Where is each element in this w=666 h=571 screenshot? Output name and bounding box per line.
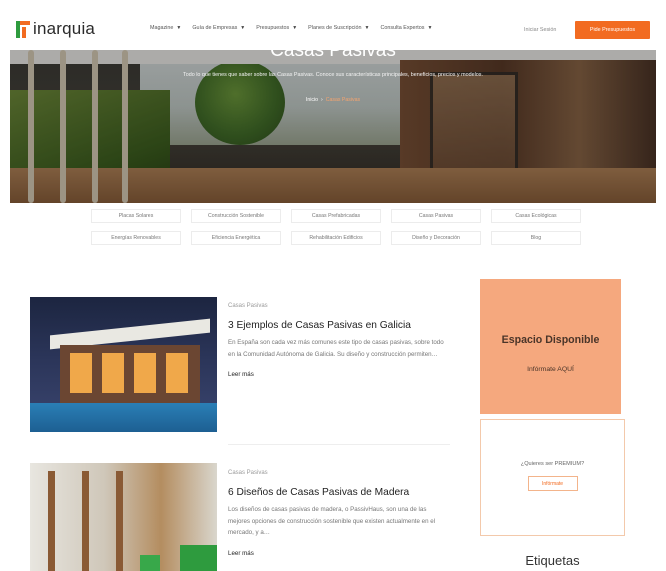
nav-item-planes-suscripcion[interactable]: Planes de Suscripción ▼: [308, 25, 369, 31]
nav-item-label: Magazine: [150, 25, 174, 31]
nav-item-label: Consulta Expertos: [380, 25, 425, 31]
article-thumbnail[interactable]: [30, 463, 217, 571]
category-blog[interactable]: Blog: [491, 231, 581, 245]
nav-item-label: Guía de Empresas: [192, 25, 238, 31]
caret-down-icon: ▼: [176, 25, 182, 31]
caret-down-icon: ▼: [292, 25, 298, 31]
category-eficiencia-energetica[interactable]: Eficiencia Energética: [191, 231, 281, 245]
premium-question: ¿Quieres ser PREMIUM?: [520, 461, 585, 467]
request-quote-button[interactable]: Pide Presupuestos: [575, 21, 650, 39]
breadcrumb-current: Casas Pasivas: [325, 97, 361, 103]
page-title: Casas Pasivas: [270, 40, 396, 61]
main-nav: Magazine ▼ Guía de Empresas ▼ Presupuest…: [150, 25, 443, 31]
nav-item-consulta-expertos[interactable]: Consulta Expertos ▼: [380, 25, 432, 31]
logo-text: inarquia: [33, 19, 96, 38]
logo-mark-icon: [16, 20, 30, 38]
article-category[interactable]: Casas Pasivas: [228, 470, 450, 477]
site-logo[interactable]: inarquia: [16, 19, 95, 39]
category-filter: Placas Solares Construcción Sostenible C…: [91, 209, 581, 245]
caret-down-icon: ▼: [427, 25, 433, 31]
article-category[interactable]: Casas Pasivas: [228, 303, 450, 310]
nav-item-presupuestos[interactable]: Presupuestos ▼: [256, 25, 297, 31]
category-casas-ecologicas[interactable]: Casas Ecológicas: [491, 209, 581, 223]
caret-down-icon: ▼: [240, 25, 246, 31]
ad-title: Espacio Disponible: [501, 334, 600, 346]
article-divider: [228, 444, 450, 445]
nav-item-guia-empresas[interactable]: Guía de Empresas ▼: [192, 25, 245, 31]
category-construccion-sostenible[interactable]: Construcción Sostenible: [191, 209, 281, 223]
article-title[interactable]: 6 Diseños de Casas Pasivas de Madera: [228, 486, 450, 499]
article-excerpt: Los diseños de casas pasivas de madera, …: [228, 506, 436, 537]
category-energias-renovables[interactable]: Energías Renovables: [91, 231, 181, 245]
category-diseno-decoracion[interactable]: Diseño y Decoración: [391, 231, 481, 245]
ad-space-banner[interactable]: Espacio Disponible Infórmate AQUÍ: [480, 279, 621, 414]
article-thumbnail[interactable]: [30, 297, 217, 432]
article-card: Casas Pasivas 6 Diseños de Casas Pasivas…: [228, 470, 450, 560]
breadcrumb-separator-icon: ›: [321, 97, 323, 103]
read-more-link[interactable]: Leer más: [228, 550, 254, 557]
nav-item-magazine[interactable]: Magazine ▼: [150, 25, 181, 31]
breadcrumb: Inicio › Casas Pasivas: [0, 97, 666, 103]
category-placas-solares[interactable]: Placas Solares: [91, 209, 181, 223]
breadcrumb-home[interactable]: Inicio: [306, 97, 318, 103]
premium-box: ¿Quieres ser PREMIUM? Infórmate: [480, 419, 625, 536]
article-title[interactable]: 3 Ejemplos de Casas Pasivas en Galicia: [228, 319, 450, 332]
article-excerpt: En España son cada vez más comunes este …: [228, 339, 444, 358]
premium-info-button[interactable]: Infórmate: [527, 476, 578, 491]
category-casas-prefabricadas[interactable]: Casas Prefabricadas: [291, 209, 381, 223]
caret-down-icon: ▼: [364, 25, 370, 31]
ad-subtitle: Infórmate AQUÍ: [527, 366, 574, 373]
nav-item-label: Presupuestos: [256, 25, 290, 31]
article-card: Casas Pasivas 3 Ejemplos de Casas Pasiva…: [228, 303, 450, 381]
read-more-link[interactable]: Leer más: [228, 371, 254, 378]
page-subtitle: Todo lo que tienes que saber sobre las C…: [183, 72, 483, 78]
nav-item-label: Planes de Suscripción: [308, 25, 362, 31]
category-casas-pasivas[interactable]: Casas Pasivas: [391, 209, 481, 223]
login-link[interactable]: Iniciar Sesión: [524, 27, 556, 33]
tags-heading: Etiquetas: [525, 553, 580, 568]
category-rehabilitacion-edificios[interactable]: Rehabilitación Edificios: [291, 231, 381, 245]
